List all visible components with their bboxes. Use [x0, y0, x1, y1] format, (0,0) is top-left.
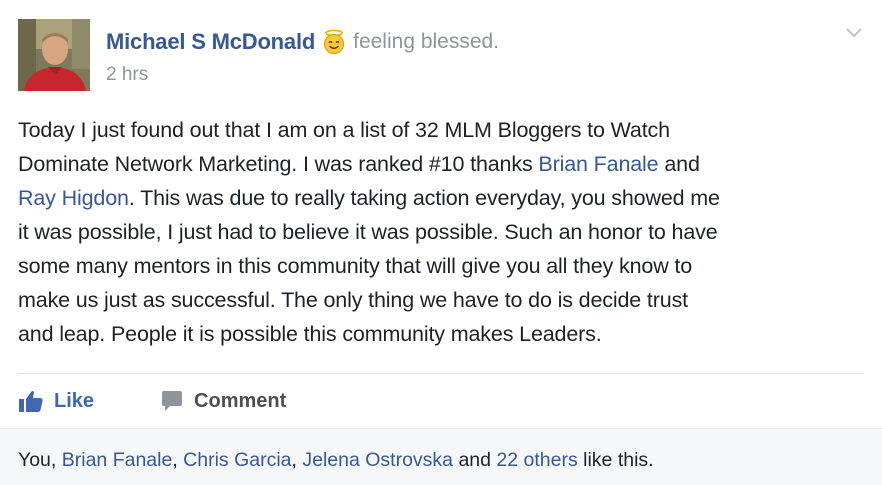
divider — [18, 373, 864, 374]
liker-link[interactable]: Brian Fanale — [62, 449, 173, 471]
post-text-line: some many mentors in this community that… — [18, 254, 693, 278]
likes-you: You — [18, 449, 51, 471]
likes-separator: , — [50, 449, 62, 471]
mention-link[interactable]: Brian Fanale — [538, 152, 658, 176]
post-text-line: and leap. People it is possible this com… — [18, 322, 602, 346]
likes-others-link[interactable]: 22 others — [496, 449, 577, 471]
comment-label: Comment — [194, 389, 287, 412]
post-body: Today I just found out that I am on a li… — [18, 113, 868, 351]
post-text-line: Dominate Network Marketing. I was ranked… — [18, 147, 868, 181]
comment-button[interactable]: Comment — [160, 389, 286, 413]
thumbs-up-icon — [19, 391, 43, 412]
post-text-segment: and — [658, 152, 700, 176]
post-actions: Like Comment — [18, 383, 286, 419]
post-header: Michael S McDonald feeling blessed. — [106, 27, 499, 57]
profile-photo — [18, 19, 90, 91]
likes-separator: , — [172, 449, 184, 471]
likes-suffix: like this. — [577, 449, 654, 471]
likes-separator: , — [291, 449, 303, 471]
facebook-post: Michael S McDonald feeling blessed. 2 hr… — [0, 0, 882, 485]
post-text-segment: Dominate Network Marketing. I was ranked… — [18, 152, 539, 176]
chevron-down-icon[interactable] — [844, 26, 864, 40]
author-name[interactable]: Michael S McDonald — [106, 29, 315, 55]
post-text-line: Today I just found out that I am on a li… — [18, 118, 670, 142]
post-text-line: it was possible, I just had to believe i… — [18, 220, 718, 244]
likes-summary-bar: You, Brian Fanale, Chris Garcia, Jelena … — [0, 428, 882, 485]
smiling-halo-emoji-icon — [321, 29, 347, 55]
liker-link[interactable]: Chris Garcia — [183, 449, 291, 471]
comment-bubble-icon — [162, 391, 183, 411]
like-button[interactable]: Like — [18, 389, 94, 413]
mention-link[interactable]: Ray Higdon — [18, 186, 129, 210]
post-text-line: make us just as successful. The only thi… — [18, 288, 688, 312]
post-text-segment: . This was due to really taking action e… — [128, 186, 720, 210]
feeling-text: feeling blessed. — [353, 30, 500, 53]
like-label: Like — [54, 389, 95, 412]
post-text-line: Ray Higdon. This was due to really takin… — [18, 181, 868, 215]
likes-and: and — [453, 449, 497, 471]
likes-summary: You, Brian Fanale, Chris Garcia, Jelena … — [18, 449, 654, 472]
avatar[interactable] — [18, 19, 90, 91]
post-timestamp[interactable]: 2 hrs — [106, 64, 148, 86]
liker-link[interactable]: Jelena Ostrovska — [302, 449, 453, 471]
